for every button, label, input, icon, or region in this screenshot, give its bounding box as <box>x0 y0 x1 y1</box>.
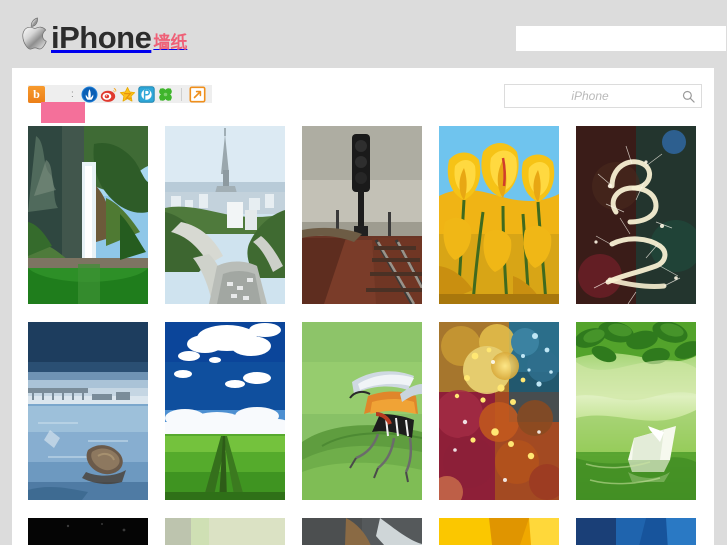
thumbnail-pale-green-image <box>165 518 285 545</box>
thumbnail-yellow-tulips[interactable] <box>439 126 559 304</box>
thumbnail-yellow-gold-image <box>439 518 559 545</box>
thumbnail-railway-signal-image <box>302 126 422 304</box>
header-banner[interactable] <box>516 26 726 51</box>
thumbnail-colorful-bokeh-image <box>439 322 559 500</box>
thumbnail-paper-boat-leaves-image <box>576 322 696 500</box>
thumbnail-grey-brown-image <box>302 518 422 545</box>
logo-text: iPhone <box>51 19 152 55</box>
thumbnail-green-field-clouds-image <box>165 322 285 500</box>
thumbnail-waterfall[interactable] <box>28 126 148 304</box>
thumbnail-bay-bridge-rock-image <box>28 322 148 500</box>
baidu-share-widget: b : <box>28 85 212 103</box>
qzone-share-icon[interactable] <box>119 86 136 103</box>
thumbnail-colorful-bokeh[interactable] <box>439 322 559 500</box>
site-header: iPhone 墙纸 <box>0 0 727 68</box>
content-panel: b : <box>12 68 714 545</box>
thumbnail-grasshopper-leaf[interactable] <box>302 322 422 500</box>
search-button[interactable] <box>675 85 701 107</box>
share-separator: : <box>71 88 74 100</box>
thumbnail-tv-tower-city-image <box>165 126 285 304</box>
thumbnail-bay-bridge-rock[interactable] <box>28 322 148 500</box>
share-divider <box>180 87 182 101</box>
kaixin-share-icon[interactable] <box>157 86 174 103</box>
thumbnail-dark-night[interactable] <box>28 518 148 545</box>
toolbar: b : <box>12 68 714 126</box>
baidu-share-logo-icon[interactable]: b <box>28 85 45 103</box>
thumbnail-paper-boat-leaves[interactable] <box>576 322 696 500</box>
thumbnail-grey-brown[interactable] <box>302 518 422 545</box>
thumbnail-tv-tower-city[interactable] <box>165 126 285 304</box>
renren-share-icon[interactable] <box>81 86 98 103</box>
sina-weibo-share-icon[interactable] <box>100 86 117 103</box>
thumbnail-railway-signal[interactable] <box>302 126 422 304</box>
thumbnail-deep-blue-image <box>576 518 696 545</box>
thumbnail-waterfall-image <box>28 126 148 304</box>
thumbnail-yellow-tulips-image <box>439 126 559 304</box>
wallpaper-gallery <box>12 126 714 545</box>
wallpaper-grid <box>28 126 714 545</box>
thumbnail-yellow-gold[interactable] <box>439 518 559 545</box>
more-share-icon[interactable] <box>189 85 206 103</box>
thumbnail-green-field-clouds[interactable] <box>165 322 285 500</box>
thumbnail-sparkler-2011[interactable] <box>576 126 696 304</box>
thumbnail-sparkler-2011-image <box>576 126 696 304</box>
thumbnail-deep-blue[interactable] <box>576 518 696 545</box>
search-icon <box>682 90 695 103</box>
search-input[interactable] <box>505 85 675 107</box>
share-icon-list <box>81 85 206 103</box>
apple-logo-icon <box>22 17 47 50</box>
site-logo[interactable]: iPhone 墙纸 <box>16 13 187 57</box>
share-pink-block <box>41 102 85 123</box>
search-form <box>504 84 702 108</box>
thumbnail-grasshopper-leaf-image <box>302 322 422 500</box>
thumbnail-dark-night-image <box>28 518 148 545</box>
thumbnail-pale-green[interactable] <box>165 518 285 545</box>
logo-text-cn: 墙纸 <box>153 32 188 52</box>
douban-share-icon[interactable] <box>138 85 155 103</box>
